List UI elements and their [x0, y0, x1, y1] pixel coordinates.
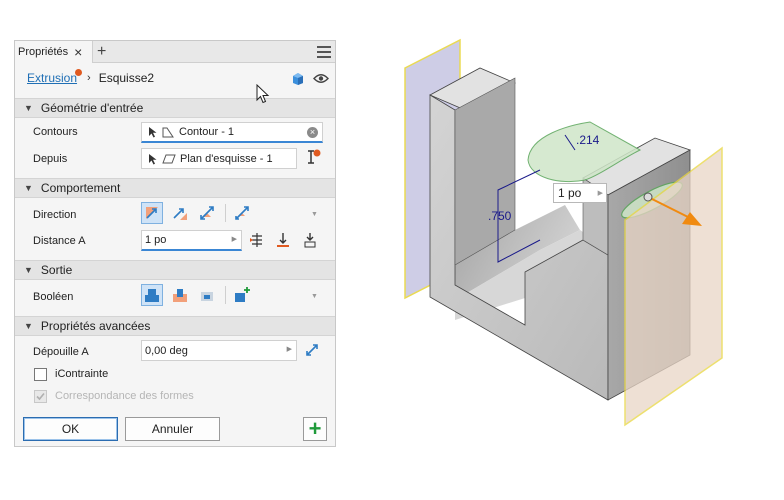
- clear-x-icon[interactable]: ×: [307, 127, 318, 138]
- direction-symmetric-button[interactable]: [196, 202, 218, 224]
- tab-properties-label: Propriétés: [18, 46, 69, 58]
- extent-distance-icon[interactable]: [249, 232, 265, 248]
- section-advanced[interactable]: ▼ Propriétés avancées: [15, 316, 335, 336]
- apply-add-button[interactable]: +: [303, 417, 327, 441]
- direction-asymmetric-button[interactable]: [231, 202, 253, 224]
- toolbar-divider: [225, 204, 226, 222]
- profile-shape-icon: [162, 127, 174, 137]
- direction-label: Direction: [33, 209, 77, 221]
- checkmark-icon: [36, 392, 45, 401]
- section-output[interactable]: ▼ Sortie: [15, 260, 335, 280]
- direction-symmetric-icon: [200, 206, 214, 220]
- collapse-caret-icon: ▼: [24, 103, 33, 113]
- profiles-label: Contours: [33, 126, 78, 138]
- properties-panel: Propriétés × + Extrusion › Esquisse2 ▼ G…: [14, 40, 336, 447]
- iconstraint-checkbox[interactable]: [34, 368, 47, 381]
- 3d-cube-icon[interactable]: [291, 72, 305, 86]
- boolean-join-icon: [145, 289, 159, 302]
- direction-asymmetric-icon: [235, 206, 249, 220]
- cancel-button[interactable]: Annuler: [125, 417, 220, 441]
- collapse-caret-icon: ▼: [24, 265, 33, 275]
- profiles-value: Contour - 1: [179, 126, 235, 138]
- tab-properties[interactable]: Propriétés ×: [15, 41, 93, 63]
- boolean-intersect-button[interactable]: [196, 284, 218, 306]
- from-label: Depuis: [33, 153, 68, 165]
- breadcrumb-sketch[interactable]: Esquisse2: [99, 71, 154, 85]
- breadcrumb-separator: ›: [87, 72, 91, 84]
- breadcrumb: Extrusion › Esquisse2: [27, 69, 154, 85]
- value-menu-arrow-icon[interactable]: ▶: [598, 189, 603, 197]
- boolean-intersect-icon: [201, 292, 213, 301]
- toolbar-divider: [225, 286, 226, 304]
- section-advanced-title: Propriétés avancées: [40, 319, 151, 333]
- chevron-down-icon[interactable]: ▼: [311, 293, 318, 300]
- match-shape-label: Correspondance des formes: [55, 390, 194, 402]
- ok-button[interactable]: OK: [23, 417, 118, 441]
- panel-tab-bar: Propriétés × +: [15, 41, 335, 63]
- manipulator-handle[interactable]: [643, 192, 653, 202]
- iconstraint-label: iContrainte: [55, 368, 109, 380]
- hamburger-menu-icon[interactable]: [317, 46, 331, 58]
- distance-inline-input[interactable]: 1 po ▶: [553, 183, 607, 203]
- distance-value: 1 po: [145, 234, 167, 246]
- dimension-radius-label[interactable]: .214: [576, 133, 600, 147]
- taper-flip-icon[interactable]: [304, 342, 320, 358]
- value-menu-arrow-icon[interactable]: ▶: [287, 345, 292, 353]
- add-tab-icon[interactable]: +: [97, 42, 106, 62]
- profiles-field[interactable]: Contour - 1 ×: [141, 122, 323, 143]
- section-behavior[interactable]: ▼ Comportement: [15, 178, 335, 198]
- boolean-join-button[interactable]: [141, 284, 163, 306]
- breadcrumb-extrusion-label: Extrusion: [27, 71, 78, 85]
- mouse-cursor-icon: [256, 84, 270, 104]
- direction-flipped-icon: [173, 208, 187, 220]
- direction-default-button[interactable]: [141, 202, 163, 224]
- new-solid-button[interactable]: [231, 284, 253, 306]
- pointer-icon: [149, 127, 157, 138]
- section-input-geometry[interactable]: ▼ Géométrie d'entrée: [15, 98, 335, 118]
- taper-value: 0,00 deg: [145, 344, 188, 357]
- value-menu-arrow-icon[interactable]: ▶: [232, 235, 237, 243]
- collapse-caret-icon: ▼: [24, 183, 33, 193]
- collapse-caret-icon: ▼: [24, 321, 33, 331]
- sketch-pin-icon[interactable]: [305, 148, 323, 166]
- direction-default-icon: [146, 207, 158, 219]
- model-viewport[interactable]: .750 .214: [340, 0, 784, 500]
- breadcrumb-extrusion-link[interactable]: Extrusion: [27, 69, 83, 85]
- distance-inline-value: 1 po: [558, 186, 582, 200]
- from-value: Plan d'esquisse - 1: [180, 152, 273, 165]
- section-input-geometry-title: Géométrie d'entrée: [40, 101, 144, 115]
- chevron-down-icon[interactable]: ▼: [311, 211, 318, 218]
- direction-flipped-button[interactable]: [169, 202, 191, 224]
- plane-icon: [162, 154, 176, 163]
- extent-to-next-icon[interactable]: [275, 232, 291, 248]
- taper-input[interactable]: 0,00 deg ▶: [141, 340, 297, 361]
- distance-input[interactable]: 1 po ▶: [141, 230, 242, 251]
- match-shape-checkbox[interactable]: [34, 390, 47, 403]
- new-solid-icon: [235, 287, 250, 302]
- eye-icon[interactable]: [313, 73, 329, 84]
- boolean-cut-icon: [173, 289, 187, 302]
- taper-label: Dépouille A: [33, 346, 89, 358]
- distance-label: Distance A: [33, 235, 86, 247]
- close-icon[interactable]: ×: [74, 45, 82, 59]
- error-indicator-icon: [75, 69, 83, 76]
- boolean-label: Booléen: [33, 291, 74, 303]
- section-behavior-title: Comportement: [40, 181, 121, 195]
- from-field[interactable]: Plan d'esquisse - 1: [141, 148, 297, 169]
- extent-to-icon[interactable]: [302, 232, 318, 248]
- section-output-title: Sortie: [40, 263, 73, 277]
- pointer-icon: [149, 153, 157, 164]
- dimension-height-label[interactable]: .750: [488, 209, 512, 223]
- boolean-cut-button[interactable]: [169, 284, 191, 306]
